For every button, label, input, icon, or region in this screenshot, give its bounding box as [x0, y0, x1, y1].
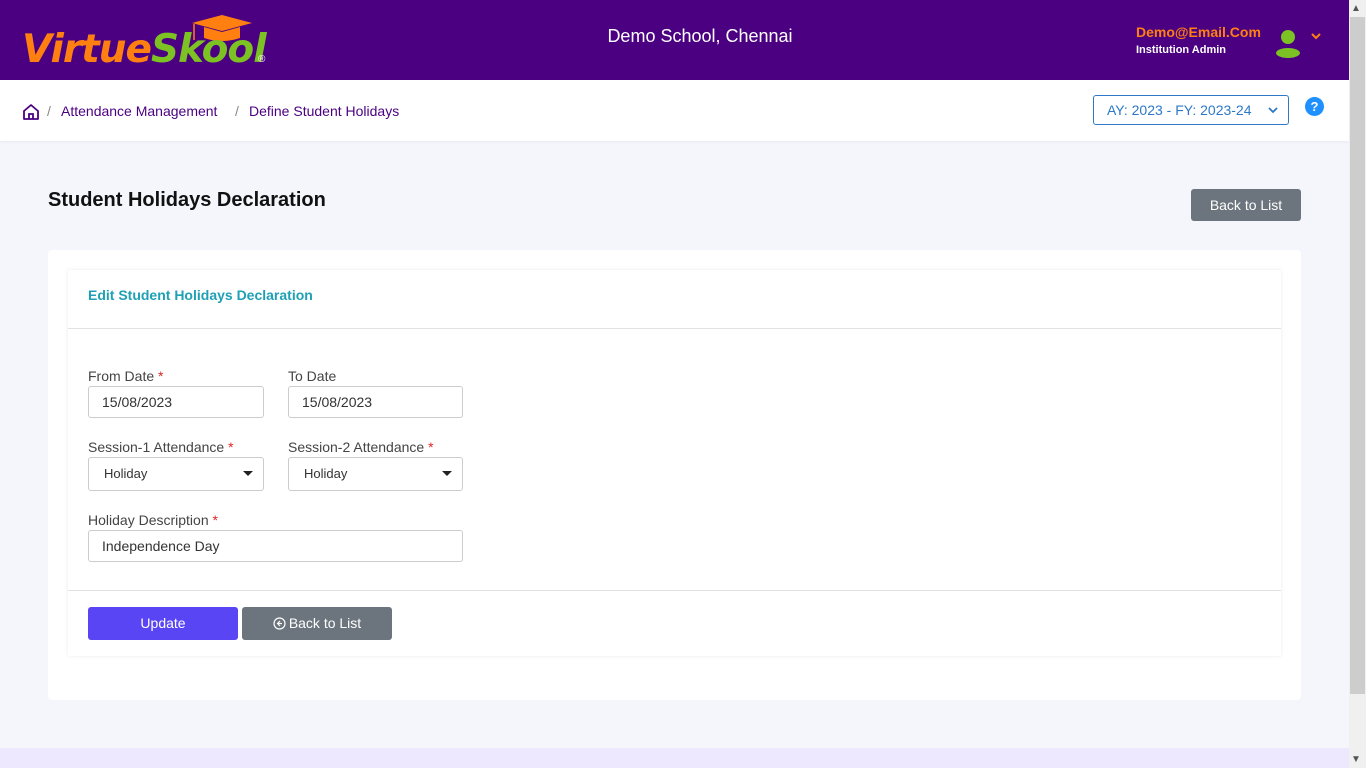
chevron-down-icon: [1268, 107, 1278, 114]
registered-mark: ®: [258, 54, 266, 65]
session1-value: Holiday: [104, 466, 148, 481]
breadcrumb-define-student-holidays[interactable]: Define Student Holidays: [249, 103, 399, 119]
caret-down-icon: [442, 471, 452, 476]
form-title: Edit Student Holidays Declaration: [88, 287, 313, 303]
description-label: Holiday Description *: [88, 512, 218, 528]
back-to-list-label: Back to List: [288, 615, 362, 631]
divider: [68, 590, 1281, 591]
from-date-label: From Date *: [88, 368, 164, 384]
session1-select[interactable]: Holiday: [88, 457, 264, 491]
user-email[interactable]: Demo@Email.Com: [1136, 24, 1261, 40]
user-icon[interactable]: [1274, 28, 1302, 58]
update-button[interactable]: Update: [88, 607, 238, 640]
caret-down-icon: [243, 471, 253, 476]
back-to-list-form-button[interactable]: Back to List: [242, 607, 392, 640]
user-role: Institution Admin: [1136, 44, 1227, 56]
session2-label: Session-2 Attendance *: [288, 439, 434, 455]
academic-year-select[interactable]: AY: 2023 - FY: 2023-24: [1093, 95, 1289, 125]
help-icon[interactable]: ?: [1305, 97, 1324, 116]
scrollbar-thumb[interactable]: [1350, 17, 1365, 694]
session2-value: Holiday: [304, 466, 348, 481]
description-input[interactable]: Independence Day: [88, 530, 463, 562]
breadcrumb-separator: /: [47, 103, 51, 119]
to-date-label: To Date: [288, 368, 337, 384]
from-date-input[interactable]: 15/08/2023: [88, 386, 264, 418]
divider: [68, 328, 1281, 329]
page-title: Student Holidays Declaration: [48, 189, 326, 211]
back-to-list-button[interactable]: Back to List: [1191, 189, 1301, 221]
breadcrumb-separator: /: [235, 103, 239, 119]
home-icon[interactable]: [22, 103, 40, 121]
session2-select[interactable]: Holiday: [288, 457, 463, 491]
chevron-down-icon[interactable]: [1310, 30, 1322, 42]
session1-label: Session-1 Attendance *: [88, 439, 234, 455]
arrow-left-circle-icon: [273, 617, 286, 630]
academic-year-value: AY: 2023 - FY: 2023-24: [1107, 102, 1252, 118]
footer: [0, 748, 1349, 768]
scroll-down-icon[interactable]: ▼: [1351, 754, 1361, 765]
breadcrumb-attendance-management[interactable]: Attendance Management: [61, 103, 217, 119]
scroll-up-icon[interactable]: ▲: [1351, 3, 1361, 14]
to-date-input[interactable]: 15/08/2023: [288, 386, 463, 418]
